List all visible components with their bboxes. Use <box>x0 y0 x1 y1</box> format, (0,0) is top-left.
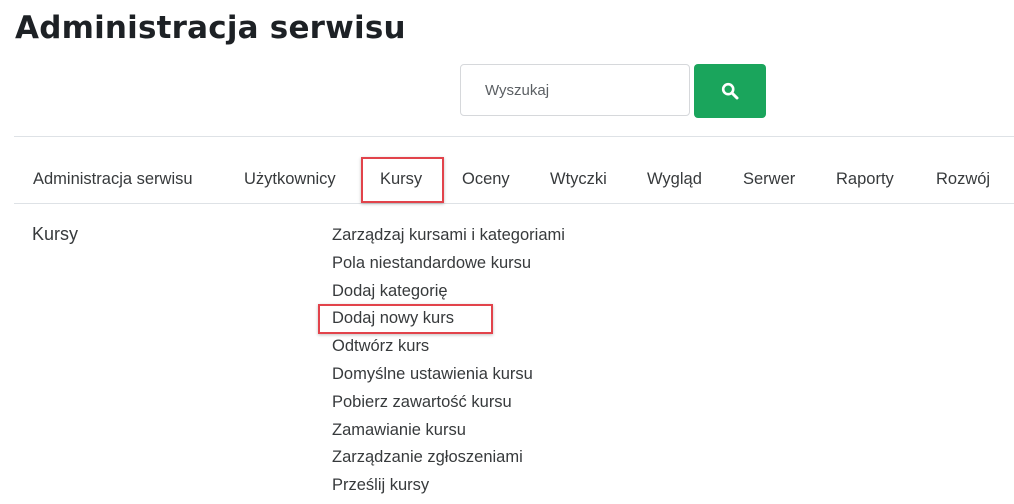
tab-kursy[interactable]: Kursy <box>380 155 422 203</box>
link-zarzadzaj-kursami[interactable]: Zarządzaj kursami i kategoriami <box>332 222 565 250</box>
page-title: Administracja serwisu <box>15 10 406 46</box>
tab-oceny[interactable]: Oceny <box>462 155 510 203</box>
link-odtworz-kurs[interactable]: Odtwórz kurs <box>332 333 565 361</box>
tab-serwer[interactable]: Serwer <box>743 155 795 203</box>
section-links: Zarządzaj kursami i kategoriami Pola nie… <box>332 222 565 500</box>
tab-uzytkownicy[interactable]: Użytkownicy <box>244 155 336 203</box>
admin-tabs: Administracja serwisu Użytkownicy Kursy … <box>14 155 1014 204</box>
link-dodaj-nowy-kurs[interactable]: Dodaj nowy kurs <box>332 305 565 333</box>
link-zarzadzanie-zgloszeniami[interactable]: Zarządzanie zgłoszeniami <box>332 444 565 472</box>
search-bar <box>460 64 766 118</box>
search-icon <box>721 82 739 100</box>
link-dodaj-kategorie[interactable]: Dodaj kategorię <box>332 278 565 306</box>
tab-raporty[interactable]: Raporty <box>836 155 894 203</box>
link-przeslij-kursy[interactable]: Prześlij kursy <box>332 472 565 500</box>
tab-administracja-serwisu[interactable]: Administracja serwisu <box>33 155 193 203</box>
search-input[interactable] <box>460 64 690 116</box>
section-title: Kursy <box>32 224 79 244</box>
link-zamawianie-kursu[interactable]: Zamawianie kursu <box>332 417 565 445</box>
link-pola-niestandardowe[interactable]: Pola niestandardowe kursu <box>332 250 565 278</box>
divider <box>14 136 1014 137</box>
search-button[interactable] <box>694 64 766 118</box>
link-domyslne-ustawienia[interactable]: Domyślne ustawienia kursu <box>332 361 565 389</box>
tab-rozwoj[interactable]: Rozwój <box>936 155 990 203</box>
tab-wtyczki[interactable]: Wtyczki <box>550 155 607 203</box>
tab-wyglad[interactable]: Wygląd <box>647 155 702 203</box>
link-pobierz-zawartosc[interactable]: Pobierz zawartość kursu <box>332 389 565 417</box>
